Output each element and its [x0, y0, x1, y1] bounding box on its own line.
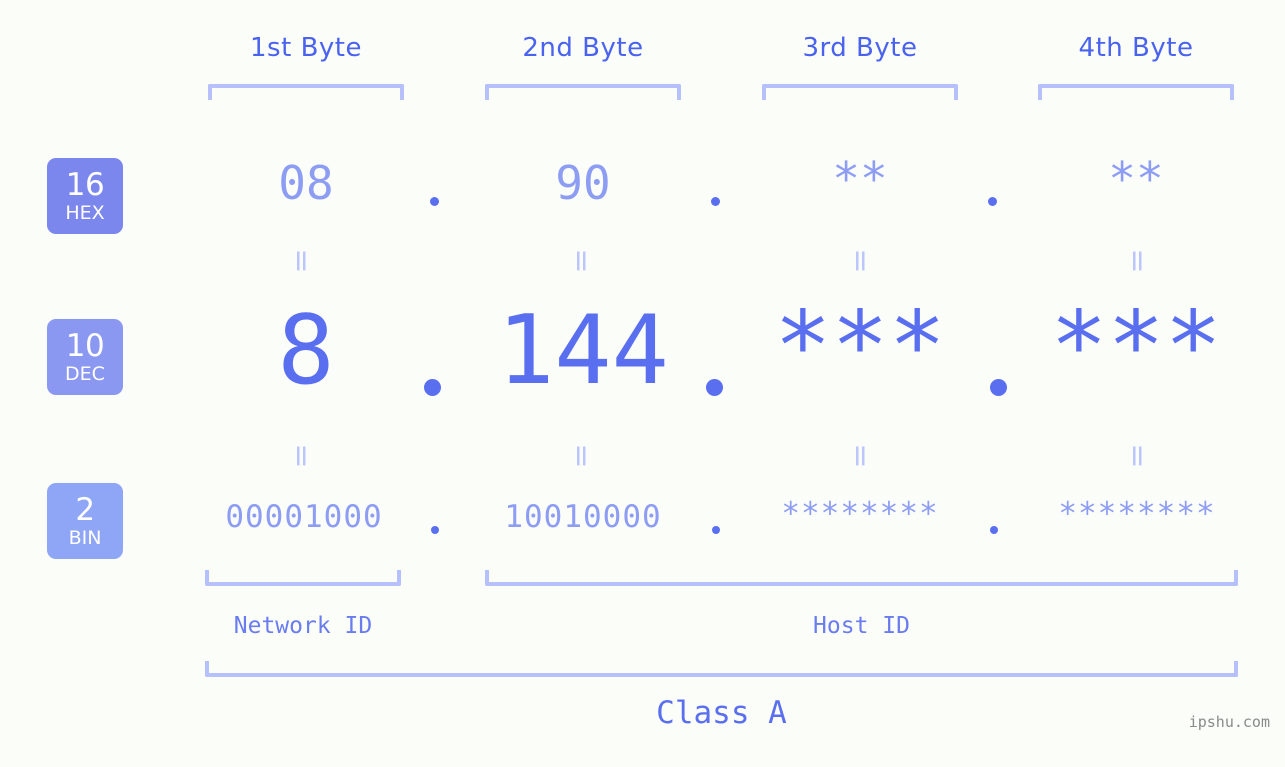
dec-byte-2: 144 — [497, 296, 669, 406]
base-badge-hex: 16 HEX — [47, 158, 123, 234]
byte-bracket-2 — [485, 84, 681, 100]
base-badge-bin: 2 BIN — [47, 483, 123, 559]
host-id-bracket — [485, 570, 1238, 586]
equals-dec-bin-2: = — [564, 443, 599, 469]
base-badge-hex-number: 16 — [65, 166, 105, 203]
host-id-label: Host ID — [813, 613, 910, 639]
base-badge-dec: 10 DEC — [47, 319, 123, 395]
base-badge-bin-number: 2 — [75, 491, 95, 528]
class-label: Class A — [656, 695, 787, 731]
dec-separator-3 — [990, 379, 1007, 396]
byte-bracket-3 — [762, 84, 958, 100]
network-id-label: Network ID — [233, 613, 373, 639]
hex-byte-4: ** — [1108, 152, 1164, 206]
byte-header-1: 1st Byte — [250, 33, 362, 63]
hex-separator-3 — [988, 197, 997, 206]
bin-byte-2: 10010000 — [504, 499, 662, 535]
dec-byte-4: *** — [1050, 292, 1222, 402]
bin-separator-3 — [990, 526, 998, 534]
network-id-bracket — [205, 570, 401, 586]
byte-bracket-4 — [1038, 84, 1234, 100]
bin-byte-3: ******** — [781, 496, 939, 532]
bin-byte-1: 00001000 — [225, 499, 383, 535]
byte-bracket-1 — [208, 84, 404, 100]
site-watermark: ipshu.com — [1188, 713, 1270, 731]
equals-hex-dec-2: = — [564, 248, 599, 274]
class-bracket — [205, 661, 1238, 677]
equals-dec-bin-1: = — [284, 443, 319, 469]
bin-byte-4: ******** — [1058, 496, 1216, 532]
equals-hex-dec-4: = — [1120, 248, 1155, 274]
equals-hex-dec-3: = — [843, 248, 878, 274]
hex-byte-2: 90 — [555, 156, 611, 210]
byte-header-2: 2nd Byte — [522, 33, 644, 63]
hex-byte-1: 08 — [278, 156, 334, 210]
ip-address-breakdown-diagram: 1st Byte 2nd Byte 3rd Byte 4th Byte 16 H… — [0, 0, 1285, 767]
equals-dec-bin-4: = — [1120, 443, 1155, 469]
dec-separator-2 — [706, 379, 723, 396]
equals-dec-bin-3: = — [843, 443, 878, 469]
base-badge-dec-number: 10 — [65, 327, 105, 364]
dec-separator-1 — [424, 379, 441, 396]
hex-separator-1 — [430, 197, 439, 206]
hex-separator-2 — [711, 197, 720, 206]
base-badge-dec-abbr: DEC — [65, 362, 105, 385]
bin-separator-1 — [431, 526, 439, 534]
base-badge-bin-abbr: BIN — [68, 526, 102, 549]
bin-separator-2 — [712, 526, 720, 534]
equals-hex-dec-1: = — [284, 248, 319, 274]
dec-byte-3: *** — [774, 292, 946, 402]
base-badge-hex-abbr: HEX — [65, 201, 105, 224]
hex-byte-3: ** — [832, 152, 888, 206]
byte-header-4: 4th Byte — [1078, 33, 1194, 63]
byte-header-3: 3rd Byte — [802, 33, 918, 63]
dec-byte-1: 8 — [277, 296, 335, 406]
